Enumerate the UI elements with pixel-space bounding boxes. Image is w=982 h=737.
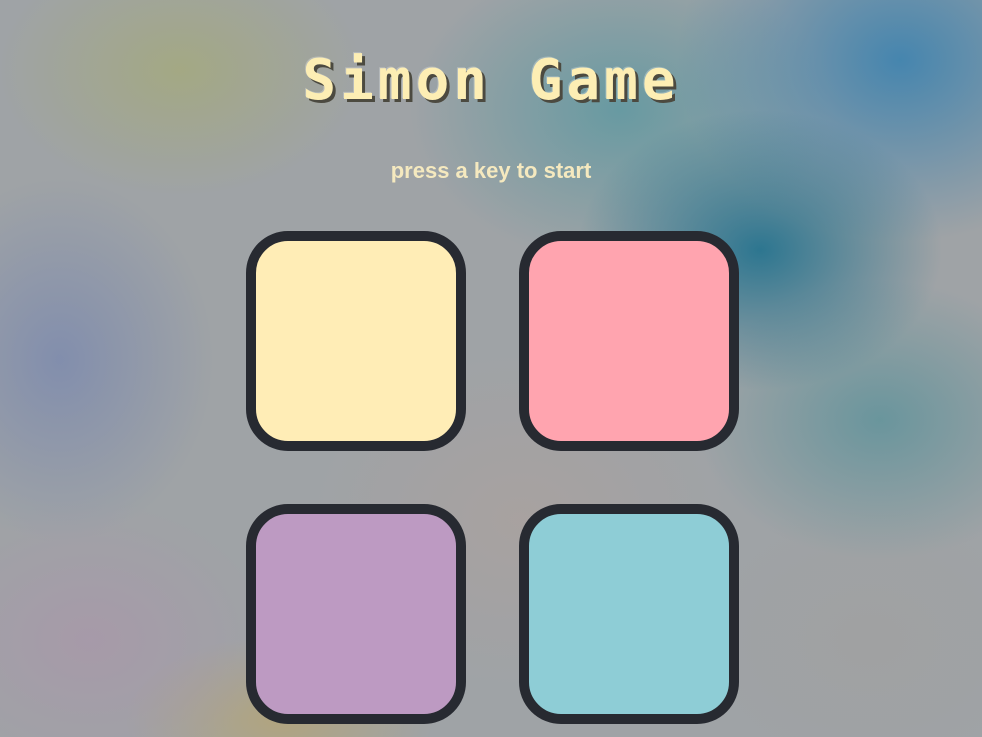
simon-pad-pink[interactable] [519,231,739,451]
game-status-text: press a key to start [390,158,592,183]
simon-pad-purple[interactable] [246,504,466,724]
simon-pad-blue[interactable] [519,504,739,724]
game-title: Simon Game [302,48,680,113]
simon-pad-yellow[interactable] [246,231,466,451]
